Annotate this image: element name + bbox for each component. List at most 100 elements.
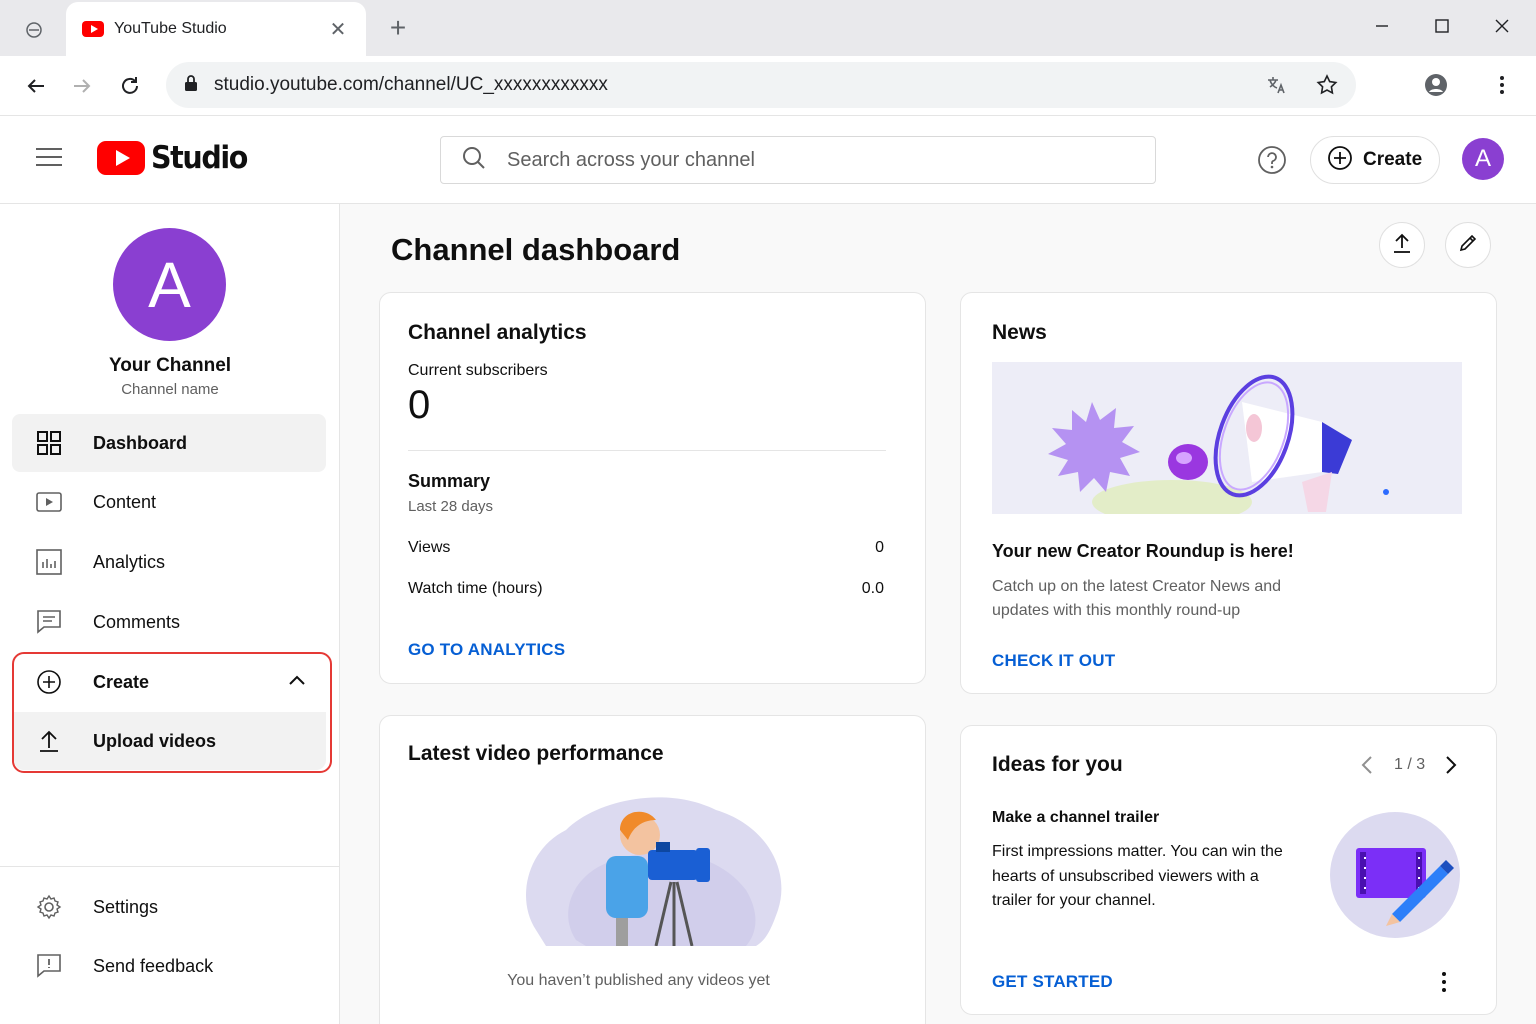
channel-analytics-card: Channel analytics Current subscribers 0 … (379, 292, 926, 684)
forward-arrow-icon[interactable] (66, 70, 98, 102)
chevron-left-icon[interactable] (1359, 754, 1375, 781)
sidebar: A Your Channel Channel name Dashboard Co… (0, 204, 340, 1024)
news-body-line: updates with this monthly round-up (992, 602, 1241, 619)
sidebar-item-content[interactable]: Content (12, 473, 326, 531)
content-video-icon (36, 489, 62, 515)
youtube-favicon-icon (82, 21, 104, 37)
idea-title: Make a channel trailer (992, 809, 1160, 826)
news-megaphone-image[interactable] (992, 362, 1462, 514)
upload-icon (1391, 232, 1413, 259)
camera-operator-illustration (516, 790, 788, 947)
subscribers-count: 0 (408, 383, 431, 427)
browser-tab-bar: YouTube Studio ✕ + (0, 0, 1536, 56)
comments-icon (36, 609, 62, 635)
sidebar-item-label: Content (93, 491, 157, 512)
sidebar-item-label: Analytics (93, 551, 166, 572)
chevron-right-icon[interactable] (1443, 754, 1459, 781)
card-title: Ideas for you (992, 753, 1123, 776)
trailer-illustration (1330, 812, 1461, 938)
search-icon (461, 145, 487, 176)
latest-video-card: Latest video performance You haven’t pub… (379, 715, 926, 1024)
views-label: Views (408, 539, 451, 556)
go-live-button[interactable] (1445, 222, 1491, 268)
pencil-icon (1457, 232, 1479, 259)
channel-title: Your Channel (108, 355, 232, 376)
search-input[interactable] (507, 148, 1107, 172)
analytics-chart-icon (36, 549, 62, 575)
news-headline: Your new Creator Roundup is here! (992, 541, 1294, 561)
news-card: News Your new Creator Roundup is here! C… (960, 292, 1497, 694)
sidebar-divider (0, 866, 340, 867)
sidebar-item-dashboard[interactable]: Dashboard (12, 414, 326, 472)
new-tab-icon[interactable]: + (384, 14, 412, 42)
empty-state-text: You haven’t published any videos yet (507, 972, 770, 989)
tab-title: YouTube Studio (114, 20, 227, 37)
sidebar-item-upload-videos[interactable]: Upload videos (14, 712, 326, 770)
more-options-icon[interactable] (1439, 970, 1449, 999)
channel-avatar[interactable]: A (113, 228, 226, 341)
translate-icon[interactable] (1264, 73, 1288, 97)
chevron-up-icon[interactable] (288, 673, 306, 691)
studio-header: Studio Create A (0, 116, 1536, 204)
summary-period: Last 28 days (408, 498, 494, 515)
create-button-label: Create (1363, 149, 1423, 170)
tab-close-icon[interactable]: ✕ (326, 17, 350, 42)
profile-icon[interactable] (1424, 73, 1448, 97)
minimize-icon[interactable] (1362, 10, 1402, 42)
sidebar-item-analytics[interactable]: Analytics (12, 533, 326, 591)
youtube-logo-icon (97, 141, 145, 175)
sidebar-item-label: Send feedback (93, 955, 214, 976)
maximize-icon[interactable] (1422, 10, 1462, 42)
hamburger-menu-icon[interactable] (36, 148, 62, 168)
upload-icon (36, 728, 62, 754)
sidebar-item-settings[interactable]: Settings (12, 878, 326, 936)
lock-icon (184, 74, 198, 97)
sidebar-item-create[interactable]: Create (14, 653, 326, 711)
sidebar-item-label: Create (93, 671, 150, 692)
upload-button[interactable] (1379, 222, 1425, 268)
sidebar-item-send-feedback[interactable]: Send feedback (12, 937, 326, 995)
plus-circle-icon (1327, 145, 1353, 176)
card-title: Latest video performance (408, 742, 664, 765)
plus-circle-icon (36, 669, 62, 695)
channel-name: Channel name (121, 381, 219, 398)
bookmark-star-icon[interactable] (1315, 73, 1339, 97)
idea-body-line: trailer for your channel. (992, 892, 1156, 909)
address-bar[interactable]: studio.youtube.com/channel/UC_xxxxxxxxxx… (166, 62, 1356, 108)
idea-body-line: hearts of unsubscribed viewers with a (992, 868, 1259, 885)
tab-search-icon[interactable] (20, 16, 48, 44)
account-avatar[interactable]: A (1462, 138, 1504, 180)
logo-text: Studio (151, 140, 248, 176)
back-arrow-icon[interactable] (20, 70, 52, 102)
sidebar-item-label: Upload videos (93, 730, 217, 751)
watch-time-value: 0.0 (861, 580, 884, 597)
subscribers-label: Current subscribers (408, 362, 548, 379)
dashboard-icon (36, 430, 62, 456)
browser-menu-icon[interactable] (1490, 73, 1514, 97)
page-title: Channel dashboard (391, 232, 681, 267)
help-icon[interactable] (1256, 144, 1288, 176)
get-started-link[interactable]: GET STARTED (992, 972, 1113, 992)
browser-toolbar: studio.youtube.com/channel/UC_xxxxxxxxxx… (0, 56, 1536, 116)
summary-title: Summary (408, 471, 491, 491)
sidebar-item-label: Settings (93, 896, 159, 917)
news-body-line: Catch up on the latest Creator News and (992, 578, 1282, 595)
idea-body-line: First impressions matter. You can win th… (992, 843, 1283, 860)
gear-icon (36, 894, 62, 920)
go-to-analytics-link[interactable]: GO TO ANALYTICS (408, 640, 565, 660)
browser-tab[interactable]: YouTube Studio ✕ (66, 2, 366, 56)
create-button[interactable]: Create (1310, 136, 1440, 184)
divider (408, 450, 886, 451)
reload-icon[interactable] (114, 70, 146, 102)
watch-time-label: Watch time (hours) (408, 580, 543, 597)
sidebar-item-label: Dashboard (93, 432, 188, 453)
window-close-icon[interactable] (1482, 10, 1522, 42)
ideas-pager: 1 / 3 (1394, 756, 1426, 773)
sidebar-item-label: Comments (93, 611, 181, 632)
sidebar-item-comments[interactable]: Comments (12, 593, 326, 651)
ideas-card: Ideas for you 1 / 3 Make a channel trail… (960, 725, 1497, 1015)
check-it-out-link[interactable]: CHECK IT OUT (992, 651, 1115, 671)
url-text: studio.youtube.com/channel/UC_xxxxxxxxxx… (214, 74, 608, 95)
search-box[interactable] (440, 136, 1156, 184)
studio-logo[interactable]: Studio (97, 140, 255, 176)
